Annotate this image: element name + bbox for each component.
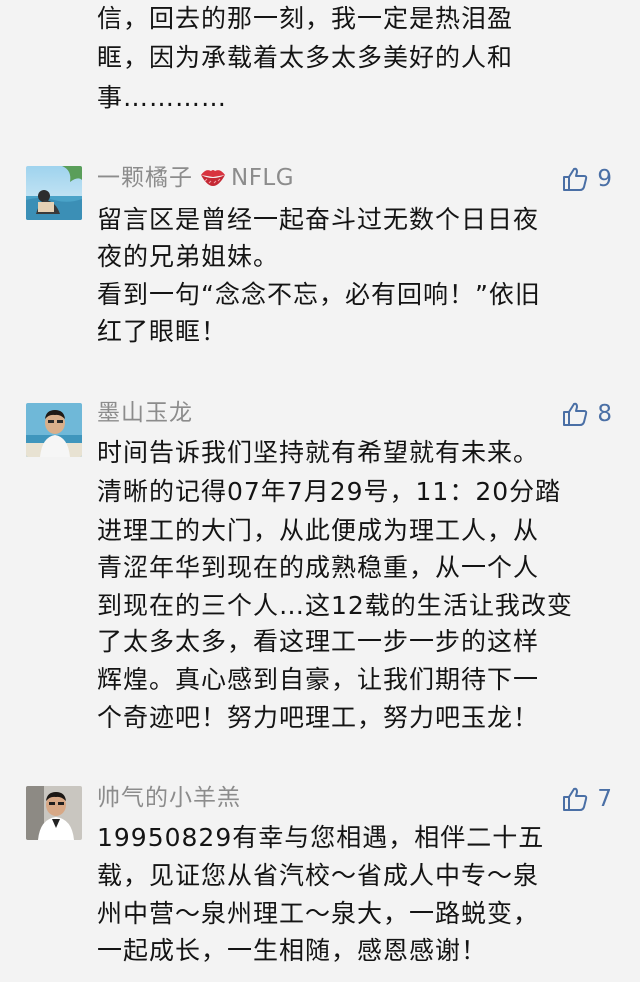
- like-button[interactable]: 9: [561, 164, 612, 194]
- comment-text-line: 信，回去的那一刻，我一定是热泪盈: [97, 4, 514, 33]
- thumbs-up-icon: [561, 165, 589, 193]
- avatar[interactable]: [26, 166, 82, 220]
- comment-text-line: 进理工的大门，从此便成为理工人，从: [97, 516, 540, 545]
- comment-text-line: 事…………: [97, 83, 228, 112]
- comment-text-line: 个奇迹吧！努力吧理工，努力吧玉龙！: [97, 703, 540, 732]
- comment-nickname[interactable]: 一颗橘子 NFLG: [97, 163, 294, 196]
- like-button[interactable]: 7: [561, 784, 612, 814]
- comment-text-line: 眶，因为承载着太多太多美好的人和: [97, 43, 514, 72]
- comment-text-line: 19950829有幸与您相遇，相伴二十五: [97, 823, 545, 852]
- comment-nickname[interactable]: 墨山玉龙: [97, 398, 193, 428]
- like-count: 8: [597, 401, 612, 427]
- comment-nickname[interactable]: 帅气的小羊羔: [97, 783, 241, 813]
- nickname-suffix: NFLG: [231, 165, 295, 191]
- comment-text-line: 红了眼眶！: [97, 317, 228, 346]
- avatar[interactable]: [26, 403, 82, 457]
- avatar[interactable]: [26, 786, 82, 840]
- comment-text-line: 辉煌。真心感到自豪，让我们期待下一: [97, 665, 540, 694]
- comment-text-line: 夜的兄弟姐妹。: [97, 242, 280, 271]
- comment-text-line: 到现在的三个人…这12载的生活让我改变: [97, 591, 573, 620]
- comment-text-line: 州中营～泉州理工～泉大，一路蜕变，: [97, 899, 540, 928]
- comment-text-line: 清晰的记得07年7月29号，11：20分踏: [97, 477, 562, 506]
- comment-text-line: 一起成长，一生相随，感恩感谢！: [97, 936, 488, 965]
- comment-text-line: 时间告诉我们坚持就有希望就有未来。: [97, 438, 540, 467]
- like-button[interactable]: 8: [561, 399, 612, 429]
- like-count: 9: [597, 166, 612, 192]
- comment-text-line: 载，见证您从省汽校～省成人中专～泉: [97, 861, 540, 890]
- comment-text-line: 看到一句“念念不忘，必有回响！”依旧: [97, 280, 541, 309]
- thumbs-up-icon: [561, 785, 589, 813]
- thumbs-up-icon: [561, 400, 589, 428]
- like-count: 7: [597, 786, 612, 812]
- comment-text-line: 了太多太多，看这理工一步一步的这样: [97, 627, 540, 656]
- comment-text-line: 留言区是曾经一起奋斗过无数个日日夜: [97, 205, 540, 234]
- comment-text-line: 青涩年华到现在的成熟稳重，从一个人: [97, 553, 540, 582]
- nickname-text: 一颗橘子: [97, 165, 193, 191]
- kiss-lips-icon: [199, 166, 227, 196]
